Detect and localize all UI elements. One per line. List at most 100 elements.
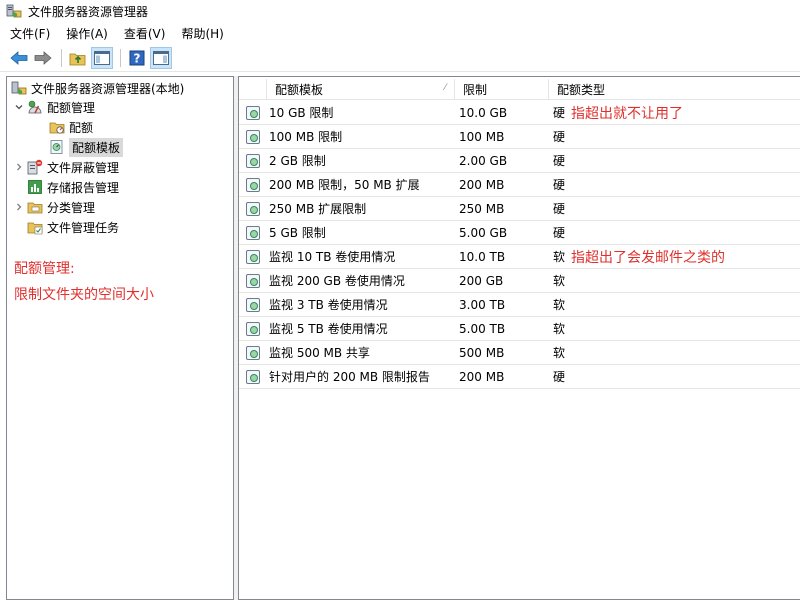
tree-item-file-screening[interactable]: 文件屏蔽管理 <box>13 157 119 177</box>
template-name: 100 MB 限制 <box>269 130 343 144</box>
file-server-icon <box>11 80 27 96</box>
tree-item-quotas[interactable]: 配额 <box>49 117 93 137</box>
header-icon-column[interactable] <box>239 79 267 100</box>
table-row[interactable]: 250 MB 扩展限制 250 MB 硬 <box>239 197 800 221</box>
table-row[interactable]: 监视 10 TB 卷使用情况 10.0 TB 软指超出了会发邮件之类的 <box>239 245 800 269</box>
icon-cell <box>239 101 267 125</box>
toolbar-separator <box>120 49 121 67</box>
quota-template-icon <box>246 345 260 360</box>
table-row[interactable]: 2 GB 限制 2.00 GB 硬 <box>239 149 800 173</box>
limit-value: 200 MB <box>459 177 505 192</box>
limit-value: 200 MB <box>459 369 505 384</box>
limit-value: 100 MB <box>459 129 505 144</box>
table-row[interactable]: 监视 3 TB 卷使用情况 3.00 TB 软 <box>239 293 800 317</box>
icon-cell <box>239 293 267 317</box>
action-pane-icon <box>153 51 169 65</box>
table-row[interactable]: 200 MB 限制，50 MB 扩展 200 MB 硬 <box>239 173 800 197</box>
tree-item-label: 存储报告管理 <box>47 180 120 195</box>
up-folder-icon <box>69 53 86 66</box>
tree-item-root[interactable]: 文件服务器资源管理器(本地) <box>11 78 184 98</box>
tree-item-quota-management[interactable]: 配额管理 <box>13 97 95 117</box>
quota-type: 软 <box>553 298 566 312</box>
limit-value: 3.00 TB <box>459 297 506 312</box>
icon-cell <box>239 125 267 149</box>
template-name: 2 GB 限制 <box>269 154 326 168</box>
action-pane-button[interactable] <box>150 47 172 69</box>
file-server-icon <box>6 3 22 19</box>
tree-item-label: 文件屏蔽管理 <box>47 160 120 175</box>
chevron-right-icon[interactable] <box>13 161 25 173</box>
header-template[interactable]: 配额模板 ⁄ <box>267 79 455 100</box>
table-row[interactable]: 监视 5 TB 卷使用情况 5.00 TB 软 <box>239 317 800 341</box>
template-name: 监视 500 MB 共享 <box>269 346 370 360</box>
tree-item-label: 配额管理 <box>47 100 96 115</box>
forward-button[interactable] <box>32 47 54 69</box>
quota-type-cell: 软 <box>551 341 565 365</box>
header-limit[interactable]: 限制 <box>455 79 549 100</box>
tree-item-classification[interactable]: 分类管理 <box>13 197 95 217</box>
chevron-right-icon[interactable] <box>13 201 25 213</box>
up-folder-button[interactable] <box>67 47 89 69</box>
template-name: 针对用户的 200 MB 限制报告 <box>269 370 430 384</box>
tree-item-file-management-tasks[interactable]: 文件管理任务 <box>27 217 119 237</box>
template-name: 监视 200 GB 卷使用情况 <box>269 274 405 288</box>
list-body: 10 GB 限制 10.0 GB 硬指超出就不让用了 100 MB 限制 100 MB 硬… <box>239 101 800 389</box>
icon-cell <box>239 317 267 341</box>
quota-template-list: 配额模板 ⁄ 限制 配额类型 10 GB 限制 10.0 GB 硬指超出就不让用了 1… <box>238 76 800 600</box>
quota-type: 软 <box>553 274 566 288</box>
quota-type: 硬 <box>553 178 566 192</box>
table-row[interactable]: 5 GB 限制 5.00 GB 硬 <box>239 221 800 245</box>
quota-type-cell: 硬 <box>551 173 565 197</box>
quota-type: 软 <box>553 322 566 336</box>
back-button[interactable] <box>8 47 30 69</box>
header-quota-type[interactable]: 配额类型 <box>549 79 800 100</box>
table-row[interactable]: 监视 500 MB 共享 500 MB 软 <box>239 341 800 365</box>
tree-item-quota-templates[interactable]: 配额模板 <box>49 137 124 157</box>
limit-value: 5.00 TB <box>459 321 506 336</box>
quota-management-icon <box>27 99 43 115</box>
icon-cell <box>239 365 267 389</box>
tree-item-storage-reports[interactable]: 存储报告管理 <box>27 177 119 197</box>
quota-type-cell: 硬 <box>551 149 565 173</box>
toolbar: ? <box>0 45 800 72</box>
help-button[interactable]: ? <box>126 47 148 69</box>
icon-cell <box>239 245 267 269</box>
menu-view[interactable]: 查看(V) <box>124 25 166 42</box>
annotation-note-line1: 配额管理: <box>14 261 75 277</box>
table-row[interactable]: 10 GB 限制 10.0 GB 硬指超出就不让用了 <box>239 101 800 125</box>
classification-icon <box>27 199 43 215</box>
forward-icon <box>34 51 52 65</box>
limit-value: 10.0 TB <box>459 249 506 264</box>
template-name: 250 MB 扩展限制 <box>269 202 367 216</box>
menu-file[interactable]: 文件(F) <box>10 25 50 42</box>
svg-text:?: ? <box>134 52 141 66</box>
table-row[interactable]: 监视 200 GB 卷使用情况 200 GB 软 <box>239 269 800 293</box>
quota-template-icon <box>246 249 260 264</box>
table-row[interactable]: 针对用户的 200 MB 限制报告 200 MB 硬 <box>239 365 800 389</box>
quota-template-icon <box>246 369 260 384</box>
quota-type-cell: 软指超出了会发邮件之类的 <box>551 245 725 269</box>
limit-value: 10.0 GB <box>459 105 508 120</box>
folder-quota-icon <box>49 119 65 135</box>
icon-cell <box>239 269 267 293</box>
show-tree-button[interactable] <box>91 47 113 69</box>
header-label: 配额类型 <box>557 83 606 97</box>
annotation-note: 指超出了会发邮件之类的 <box>571 249 726 266</box>
quota-template-icon <box>246 129 260 144</box>
quota-type: 硬 <box>553 130 566 144</box>
window-title: 文件服务器资源管理器 <box>28 4 149 19</box>
title-bar: 文件服务器资源管理器 <box>0 0 800 22</box>
chevron-down-icon[interactable] <box>13 101 25 113</box>
quota-template-icon <box>246 225 260 240</box>
table-row[interactable]: 100 MB 限制 100 MB 硬 <box>239 125 800 149</box>
annotation-note-line2: 限制文件夹的空间大小 <box>14 287 154 303</box>
menu-help[interactable]: 帮助(H) <box>181 25 223 42</box>
quota-type-cell: 硬 <box>551 221 565 245</box>
quota-type: 软 <box>553 346 566 360</box>
limit-value: 2.00 GB <box>459 153 508 168</box>
toolbar-separator <box>61 49 62 67</box>
quota-template-icon <box>49 139 65 155</box>
menu-action[interactable]: 操作(A) <box>66 25 108 42</box>
quota-type-cell: 硬 <box>551 125 565 149</box>
tree-item-label: 配额 <box>69 120 94 135</box>
